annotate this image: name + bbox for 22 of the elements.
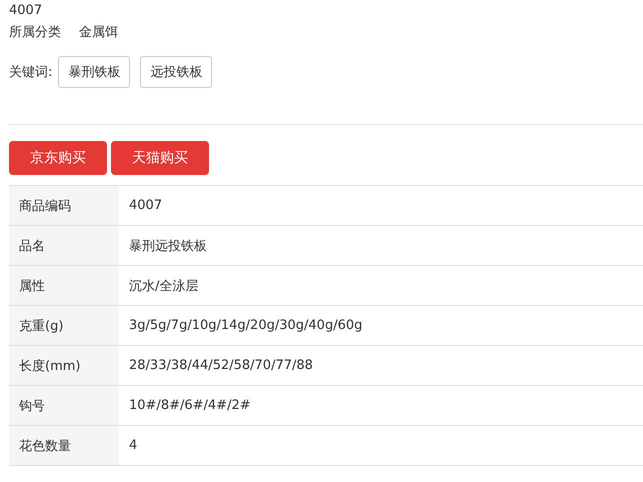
spec-label: 商品编码 (9, 186, 119, 225)
spec-label: 长度(mm) (9, 346, 119, 385)
category-label: 所属分类 (9, 24, 61, 42)
spec-value: 28/33/38/44/52/58/70/77/88 (128, 357, 313, 375)
product-code: 4007 (9, 2, 42, 20)
spec-value: 4 (128, 437, 138, 455)
spec-label: 属性 (9, 266, 119, 305)
spec-value: 10#/8#/6#/4#/2# (128, 397, 251, 415)
spec-label: 钩号 (9, 386, 119, 425)
keyword-tag[interactable]: 远投铁板 (140, 56, 212, 88)
spec-value: 暴刑远投铁板 (128, 238, 207, 256)
spec-value: 3g/5g/7g/10g/14g/20g/30g/40g/60g (128, 317, 362, 335)
category-value: 金属饵 (79, 24, 118, 42)
keywords-label: 关键词: (9, 64, 52, 81)
keyword-tag[interactable]: 暴刑铁板 (58, 56, 130, 88)
spec-value: 沉水/全泳层 (128, 278, 198, 296)
buy-button[interactable]: 京东购买 (9, 141, 107, 175)
buy-button[interactable]: 天猫购买 (111, 141, 209, 175)
spec-label: 克重(g) (9, 306, 119, 345)
spec-label: 品名 (9, 226, 119, 265)
spec-value: 4007 (128, 197, 162, 215)
spec-label: 花色数量 (9, 426, 119, 465)
